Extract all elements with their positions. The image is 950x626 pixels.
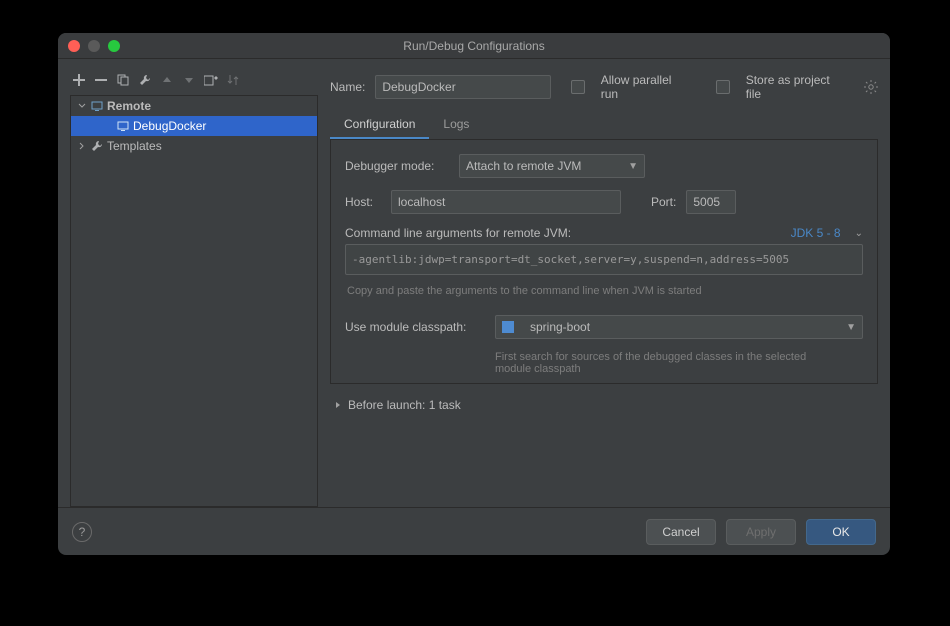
chevron-down-icon: ⌄ [855, 228, 863, 239]
add-icon[interactable] [72, 73, 86, 87]
sidebar: Remote DebugDocker Templates [70, 69, 318, 507]
store-project-label: Store as project file [746, 73, 848, 101]
chevron-right-icon [334, 401, 342, 409]
classpath-label: Use module classpath: [345, 320, 485, 334]
wrench-icon[interactable] [138, 73, 152, 87]
port-label: Port: [651, 195, 676, 209]
module-icon [502, 321, 514, 333]
window-title: Run/Debug Configurations [58, 39, 890, 53]
name-input[interactable] [375, 75, 550, 99]
jdk-version-dropdown[interactable]: JDK 5 - 8 ⌄ [791, 226, 863, 240]
classpath-value: spring-boot [530, 320, 590, 334]
remove-icon[interactable] [94, 73, 108, 87]
debugger-mode-select[interactable]: Attach to remote JVM ▼ [459, 154, 645, 178]
host-label: Host: [345, 195, 381, 209]
tree-label: DebugDocker [133, 119, 206, 133]
name-label: Name: [330, 80, 365, 94]
sidebar-toolbar [70, 69, 318, 95]
classpath-select[interactable]: spring-boot ▼ [495, 315, 863, 339]
chevron-down-icon: ▼ [628, 161, 638, 172]
name-row: Name: Allow parallel run Store as projec… [330, 69, 878, 111]
save-template-icon[interactable] [204, 73, 218, 87]
tree-label: Templates [107, 139, 162, 153]
allow-parallel-label: Allow parallel run [601, 73, 692, 101]
tab-logs[interactable]: Logs [429, 111, 483, 139]
content-pane: Name: Allow parallel run Store as projec… [330, 69, 878, 507]
before-launch-toggle[interactable]: Before launch: 1 task [330, 384, 878, 426]
tree-label: Remote [107, 99, 151, 113]
titlebar: Run/Debug Configurations [58, 33, 890, 59]
help-button[interactable]: ? [72, 522, 92, 542]
wrench-icon [91, 140, 103, 152]
close-icon[interactable] [68, 40, 80, 52]
minimize-icon[interactable] [88, 40, 100, 52]
ok-button[interactable]: OK [806, 519, 876, 545]
tab-configuration[interactable]: Configuration [330, 111, 429, 139]
apply-button[interactable]: Apply [726, 519, 796, 545]
allow-parallel-checkbox[interactable]: Allow parallel run [571, 73, 692, 101]
store-project-checkbox[interactable]: Store as project file [716, 73, 848, 101]
zoom-icon[interactable] [108, 40, 120, 52]
config-tree[interactable]: Remote DebugDocker Templates [70, 95, 318, 507]
tree-node-templates[interactable]: Templates [71, 136, 317, 156]
configuration-panel: Debugger mode: Attach to remote JVM ▼ Ho… [330, 140, 878, 384]
before-launch-label: Before launch: 1 task [348, 398, 461, 412]
debugger-mode-value: Attach to remote JVM [466, 159, 581, 173]
port-input[interactable] [686, 190, 736, 214]
checkbox-icon[interactable] [571, 80, 585, 94]
footer: ? Cancel Apply OK [58, 507, 890, 555]
chevron-down-icon[interactable] [77, 102, 87, 110]
run-debug-config-window: Run/Debug Configurations [58, 33, 890, 555]
debugger-mode-row: Debugger mode: Attach to remote JVM ▼ [345, 154, 863, 178]
host-port-row: Host: Port: [345, 190, 863, 214]
debugger-mode-label: Debugger mode: [345, 159, 449, 173]
move-up-icon[interactable] [160, 73, 174, 87]
copy-icon[interactable] [116, 73, 130, 87]
tabs: Configuration Logs [330, 111, 878, 140]
checkbox-icon[interactable] [716, 80, 730, 94]
cmdline-output[interactable]: -agentlib:jdwp=transport=dt_socket,serve… [345, 244, 863, 275]
tree-node-remote[interactable]: Remote [71, 96, 317, 116]
cancel-button[interactable]: Cancel [646, 519, 716, 545]
cmdline-label: Command line arguments for remote JVM: [345, 226, 571, 240]
tree-node-debugdocker[interactable]: DebugDocker [71, 116, 317, 136]
remote-run-icon [117, 120, 129, 132]
remote-glyph-icon [91, 100, 103, 112]
move-down-icon[interactable] [182, 73, 196, 87]
host-input[interactable] [391, 190, 621, 214]
window-controls [68, 40, 120, 52]
gear-icon[interactable] [864, 80, 878, 94]
sort-icon[interactable] [226, 73, 240, 87]
classpath-row: Use module classpath: spring-boot ▼ [345, 315, 863, 339]
classpath-hint: First search for sources of the debugged… [345, 351, 815, 375]
cmdline-block: Command line arguments for remote JVM: J… [345, 226, 863, 303]
chevron-down-icon: ▼ [846, 322, 856, 333]
chevron-right-icon[interactable] [77, 142, 87, 150]
dialog-body: Remote DebugDocker Templates [58, 59, 890, 507]
cmdline-hint: Copy and paste the arguments to the comm… [345, 279, 863, 303]
